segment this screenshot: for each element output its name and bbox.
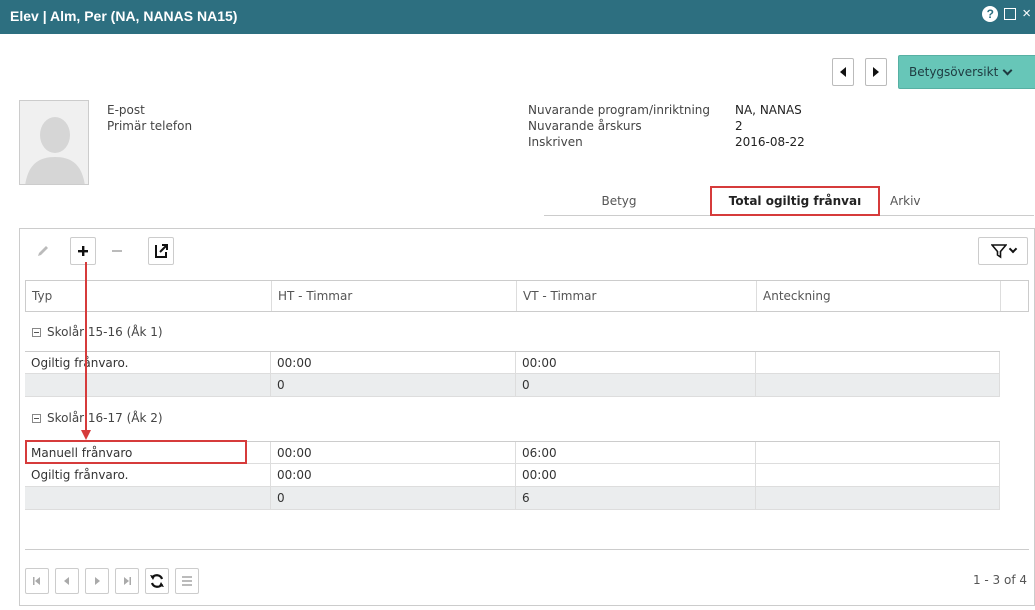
previous-page-button[interactable] bbox=[55, 568, 79, 594]
refresh-icon bbox=[150, 574, 164, 588]
next-page-icon bbox=[95, 577, 100, 585]
columns-button[interactable] bbox=[175, 568, 199, 594]
last-page-icon bbox=[124, 577, 131, 585]
first-page-icon bbox=[33, 577, 40, 585]
pager bbox=[25, 566, 199, 596]
pager-info: 1 - 3 of 4 bbox=[972, 573, 1027, 587]
next-page-button[interactable] bbox=[85, 568, 109, 594]
columns-icon bbox=[182, 576, 192, 586]
previous-page-icon bbox=[64, 577, 69, 585]
annotation-arrow bbox=[81, 262, 91, 440]
first-page-button[interactable] bbox=[25, 568, 49, 594]
refresh-button[interactable] bbox=[145, 568, 169, 594]
last-page-button[interactable] bbox=[115, 568, 139, 594]
